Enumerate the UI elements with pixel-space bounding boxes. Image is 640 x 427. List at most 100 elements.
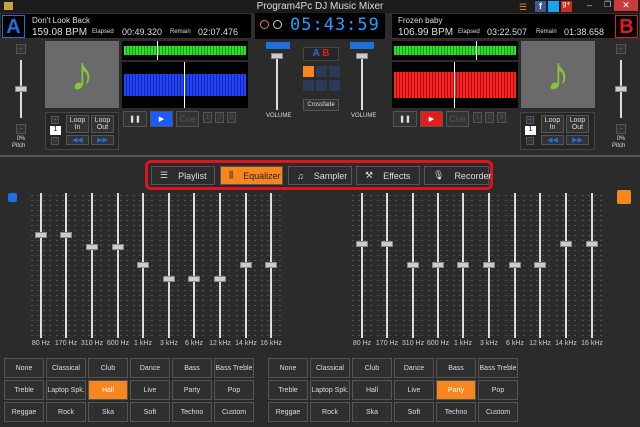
cue-button[interactable]: Cue xyxy=(446,111,469,127)
preset-party[interactable]: Party xyxy=(172,380,212,400)
crossfade-button[interactable]: Crossfade xyxy=(303,99,339,111)
volume-b-slider[interactable] xyxy=(361,55,363,110)
preset-pop[interactable]: Pop xyxy=(478,380,518,400)
preset-reggae[interactable]: Reggae xyxy=(268,402,308,422)
play-button[interactable]: ▶ xyxy=(150,111,173,127)
eq-slider-600hz[interactable] xyxy=(117,193,119,338)
eq-knob[interactable] xyxy=(137,262,149,268)
deck-b-waveform[interactable] xyxy=(392,62,518,108)
hotcue-3[interactable]: 3 xyxy=(497,112,506,123)
rewind-icon[interactable]: ◀◀ xyxy=(541,135,564,145)
eq-slider-170hz[interactable] xyxy=(65,193,67,338)
eq-knob[interactable] xyxy=(356,241,368,248)
preset-bass-treble[interactable]: Bass Treble xyxy=(478,358,518,378)
hotcue-3[interactable]: 3 xyxy=(227,112,236,123)
hotcue-1[interactable]: 1 xyxy=(473,112,482,123)
hotcue-2[interactable]: 2 xyxy=(485,112,494,123)
preset-hall[interactable]: Hall xyxy=(352,380,392,400)
eq-knob[interactable] xyxy=(509,262,521,268)
eq-knob[interactable] xyxy=(86,244,98,250)
pause-button[interactable]: ❚❚ xyxy=(393,111,417,127)
crossfade-curve-t-icon[interactable] xyxy=(316,66,327,77)
eq-slider-3khz[interactable] xyxy=(168,193,170,338)
preset-rock[interactable]: Rock xyxy=(46,402,86,422)
crossfade-curve-v-icon[interactable] xyxy=(329,66,340,77)
preset-reggae[interactable]: Reggae xyxy=(4,402,44,422)
preset-bass[interactable]: Bass xyxy=(172,358,212,378)
lock-icon[interactable] xyxy=(617,190,631,204)
hotcue-2[interactable]: 2 xyxy=(215,112,224,123)
deck-a-waveform[interactable] xyxy=(122,62,248,108)
preset-dance[interactable]: Dance xyxy=(394,358,434,378)
preset-ska[interactable]: Ska xyxy=(88,402,128,422)
googleplus-icon[interactable]: g+ xyxy=(561,1,572,12)
eq-knob[interactable] xyxy=(483,262,495,268)
loop-down-button[interactable]: − xyxy=(51,137,59,145)
volume-a-mode-icons[interactable] xyxy=(266,42,290,49)
eq-knob[interactable] xyxy=(60,231,72,238)
preset-pop[interactable]: Pop xyxy=(214,380,254,400)
hotcue-1[interactable]: 1 xyxy=(203,112,212,123)
tab-playlist[interactable]: ☰ Playlist xyxy=(151,166,215,185)
eq-slider-310hz[interactable] xyxy=(91,193,93,338)
eq-knob[interactable] xyxy=(112,244,124,250)
preset-none[interactable]: None xyxy=(4,358,44,378)
tab-recorder[interactable]: 🎙 Recorder xyxy=(424,166,491,185)
facebook-icon[interactable]: f xyxy=(535,1,546,12)
crossfade-curve-6-icon[interactable] xyxy=(329,80,340,91)
unlock-icon[interactable] xyxy=(8,193,17,202)
volume-a-slider[interactable] xyxy=(276,55,278,110)
eq-knob[interactable] xyxy=(240,262,252,268)
eq-slider-6khz[interactable] xyxy=(193,193,195,338)
preset-techno[interactable]: Techno xyxy=(436,402,476,422)
eq-slider-16khz[interactable] xyxy=(591,193,593,338)
preset-rock[interactable]: Rock xyxy=(310,402,350,422)
timer-icon[interactable] xyxy=(260,20,269,29)
twitter-icon[interactable] xyxy=(548,1,559,12)
eq-slider-80hz[interactable] xyxy=(361,193,363,338)
preset-techno[interactable]: Techno xyxy=(172,402,212,422)
preset-live[interactable]: Live xyxy=(394,380,434,400)
pitch-down-button[interactable]: − xyxy=(616,124,626,134)
restore-icon[interactable]: ❐ xyxy=(604,0,611,9)
preset-ska[interactable]: Ska xyxy=(352,402,392,422)
loop-up-button[interactable]: + xyxy=(51,116,59,124)
fast-forward-icon[interactable]: ▶▶ xyxy=(91,135,114,145)
pitch-down-button[interactable]: − xyxy=(16,124,26,134)
loop-out-button[interactable]: Loop Out xyxy=(566,115,589,133)
preset-bass[interactable]: Bass xyxy=(436,358,476,378)
loop-count[interactable]: 1 xyxy=(50,126,61,135)
preset-hall[interactable]: Hall xyxy=(88,380,128,400)
preset-live[interactable]: Live xyxy=(130,380,170,400)
preset-soft[interactable]: Soft xyxy=(130,402,170,422)
crossfade-curve-5-icon[interactable] xyxy=(316,80,327,91)
loop-in-button[interactable]: Loop In xyxy=(66,115,89,133)
preset-soft[interactable]: Soft xyxy=(394,402,434,422)
eq-knob[interactable] xyxy=(163,275,175,282)
minimize-icon[interactable]: – xyxy=(587,0,592,10)
close-icon[interactable]: ✕ xyxy=(614,0,638,11)
preset-party[interactable]: Party xyxy=(436,380,476,400)
list-icon[interactable]: ☰ xyxy=(519,2,527,13)
preset-dance[interactable]: Dance xyxy=(130,358,170,378)
pitch-up-button[interactable]: + xyxy=(16,44,26,54)
pause-button[interactable]: ❚❚ xyxy=(123,111,147,127)
preset-treble[interactable]: Treble xyxy=(268,380,308,400)
preset-custom[interactable]: Custom xyxy=(478,402,518,422)
fast-forward-icon[interactable]: ▶▶ xyxy=(566,135,589,145)
preset-treble[interactable]: Treble xyxy=(4,380,44,400)
eq-knob[interactable] xyxy=(534,262,546,268)
eq-knob[interactable] xyxy=(560,241,572,248)
pitch-up-button[interactable]: + xyxy=(616,44,626,54)
loop-in-button[interactable]: Loop In xyxy=(541,115,564,133)
eq-slider-80hz[interactable] xyxy=(40,193,42,338)
preset-laptop-spk-[interactable]: Laptop Spk. xyxy=(310,380,350,400)
eq-knob[interactable] xyxy=(457,262,469,268)
alarm-icon[interactable] xyxy=(273,20,282,29)
tab-sampler[interactable]: ♫ Sampler xyxy=(288,166,352,185)
preset-none[interactable]: None xyxy=(268,358,308,378)
volume-b-mode-icons[interactable] xyxy=(350,42,374,49)
deck-b-overview-waveform[interactable] xyxy=(392,41,518,60)
eq-knob[interactable] xyxy=(188,275,200,282)
eq-knob[interactable] xyxy=(381,241,393,248)
